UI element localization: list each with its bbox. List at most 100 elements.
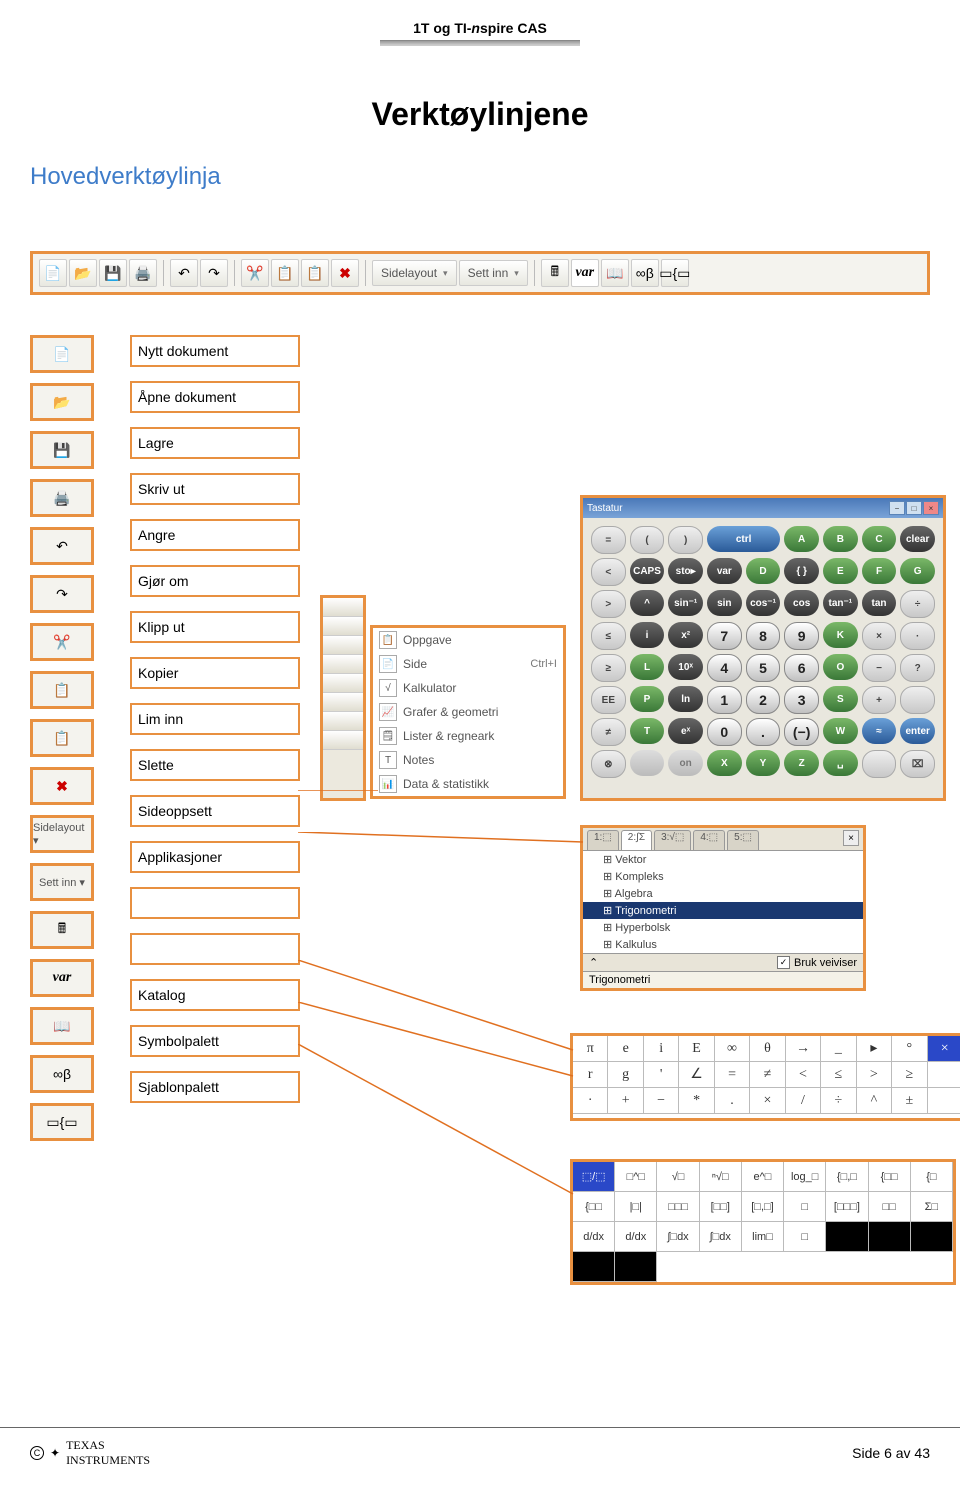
key-G[interactable]: G (900, 558, 935, 584)
key-sin⁻¹[interactable]: sin⁻¹ (668, 590, 703, 616)
calculator-icon-button[interactable]: 🖩 (541, 259, 569, 287)
symbol-0-3[interactable]: E (679, 1036, 714, 1062)
key-⌧[interactable]: ⌧ (900, 750, 935, 778)
template-0-3[interactable]: ⁿ√□ (700, 1162, 742, 1192)
symbol-2-9[interactable]: ± (892, 1088, 927, 1114)
close-button[interactable]: × (923, 501, 939, 515)
menu-item-6[interactable]: 📊Data & statistikk (373, 772, 563, 796)
key-5[interactable]: 5 (746, 654, 781, 682)
template-2-6[interactable] (911, 1222, 953, 1252)
symbol-0-0[interactable]: π (573, 1036, 608, 1062)
symbol-1-4[interactable]: = (715, 1062, 750, 1088)
symbol-1-8[interactable]: > (857, 1062, 892, 1088)
key-cos⁻¹[interactable]: cos⁻¹ (746, 590, 781, 616)
key-E[interactable]: E (823, 558, 858, 584)
key-2[interactable]: 2 (746, 686, 781, 714)
menu-item-3[interactable]: 📈Grafer & geometri (373, 700, 563, 724)
key-([interactable]: ( (630, 526, 665, 554)
menu-item-1[interactable]: 📄SideCtrl+I (373, 652, 563, 676)
symbol-0-7[interactable]: _ (821, 1036, 856, 1062)
template-1-4[interactable]: □ (784, 1192, 826, 1222)
symbol-1-6[interactable]: < (786, 1062, 821, 1088)
template-2-4[interactable] (826, 1222, 868, 1252)
print-button[interactable]: 🖨️ (129, 259, 157, 287)
menu-item-2[interactable]: √Kalkulator (373, 676, 563, 700)
key-sto▸[interactable]: sto▸ (668, 558, 703, 584)
catalog-tab-4[interactable]: 5:⬚ (727, 830, 759, 850)
key-T[interactable]: T (630, 718, 665, 744)
catalog-tab-2[interactable]: 3:√⬚ (654, 830, 691, 850)
template-1-9[interactable]: d/dx (615, 1222, 657, 1252)
key-7[interactable]: 7 (707, 622, 742, 650)
key-?[interactable]: ? (900, 654, 935, 682)
catalog-tab-3[interactable]: 4:⬚ (693, 830, 725, 850)
symbol-2-3[interactable]: * (679, 1088, 714, 1114)
maximize-button[interactable]: □ (906, 501, 922, 515)
key-x²[interactable]: x² (668, 622, 703, 648)
insert-dropdown[interactable]: Sett inn▾ (459, 260, 528, 286)
symbol-2-6[interactable]: / (786, 1088, 821, 1114)
symbol-2-1[interactable]: + (608, 1088, 643, 1114)
key-K[interactable]: K (823, 622, 858, 648)
catalog-tab-0[interactable]: 1:⬚ (587, 830, 619, 850)
key-X[interactable]: X (707, 750, 742, 776)
menu-item-5[interactable]: TNotes (373, 748, 563, 772)
symbol-1-10[interactable] (928, 1062, 960, 1088)
symbol-1-7[interactable]: ≤ (821, 1062, 856, 1088)
key-4[interactable]: 4 (707, 654, 742, 682)
template-2-8[interactable] (615, 1252, 657, 1282)
key-+[interactable]: + (862, 686, 897, 714)
key-)[interactable]: ) (668, 526, 703, 554)
template-1-3[interactable]: [□,□] (742, 1192, 784, 1222)
catalog-item-2[interactable]: ⊞ Algebra (583, 885, 863, 902)
key-enter[interactable]: enter (900, 718, 935, 744)
key-on[interactable]: on (668, 750, 703, 776)
key-6[interactable]: 6 (784, 654, 819, 682)
key-CAPS[interactable]: CAPS (630, 558, 665, 584)
key-×[interactable]: × (862, 622, 897, 650)
key-L[interactable]: L (630, 654, 665, 680)
menu-item-4[interactable]: 🗒Lister & regneark (373, 724, 563, 748)
template-2-0[interactable]: ∫□dx (657, 1222, 699, 1252)
template-0-4[interactable]: e^□ (742, 1162, 784, 1192)
key-␣[interactable]: ␣ (823, 750, 858, 776)
template-0-5[interactable]: log_□ (784, 1162, 826, 1192)
catalog-item-4[interactable]: ⊞ Hyperbolsk (583, 919, 863, 936)
symbol-2-7[interactable]: ÷ (821, 1088, 856, 1114)
symbol-0-6[interactable]: → (786, 1036, 821, 1062)
key-10ˣ[interactable]: 10ˣ (668, 654, 703, 680)
symbols-icon-button[interactable]: ∞β (631, 259, 659, 287)
symbol-2-4[interactable]: . (715, 1088, 750, 1114)
template-1-7[interactable]: Σ□ (911, 1192, 953, 1222)
key-EE[interactable]: EE (591, 686, 626, 714)
key-S[interactable]: S (823, 686, 858, 712)
template-2-5[interactable] (869, 1222, 911, 1252)
symbol-2-0[interactable]: · (573, 1088, 608, 1114)
key-W[interactable]: W (823, 718, 858, 744)
key-D[interactable]: D (746, 558, 781, 584)
key-i[interactable]: i (630, 622, 665, 648)
wizard-checkbox[interactable]: ✓ (777, 956, 790, 969)
key-Y[interactable]: Y (746, 750, 781, 776)
key-(−)[interactable]: (−) (784, 718, 819, 746)
catalog-item-3[interactable]: ⊞ Trigonometri (583, 902, 863, 919)
key-ln[interactable]: ln (668, 686, 703, 712)
key-eˣ[interactable]: eˣ (668, 718, 703, 744)
delete-button[interactable]: ✖ (331, 259, 359, 287)
open-doc-button[interactable]: 📂 (69, 259, 97, 287)
template-1-1[interactable]: □□□ (657, 1192, 699, 1222)
template-1-2[interactable]: [□□] (700, 1192, 742, 1222)
template-1-0[interactable]: |□| (615, 1192, 657, 1222)
template-1-5[interactable]: [□□□] (826, 1192, 868, 1222)
key-=[interactable]: = (591, 526, 626, 554)
redo-button[interactable]: ↷ (200, 259, 228, 287)
key-≤[interactable]: ≤ (591, 622, 626, 650)
paste-button[interactable]: 📋 (301, 259, 329, 287)
key-C[interactable]: C (862, 526, 897, 552)
key-clear[interactable]: clear (900, 526, 935, 552)
key-3[interactable]: 3 (784, 686, 819, 714)
key-{ }[interactable]: { } (784, 558, 819, 584)
symbol-1-3[interactable]: ∠ (679, 1062, 714, 1088)
symbol-0-5[interactable]: θ (750, 1036, 785, 1062)
template-0-1[interactable]: □^□ (615, 1162, 657, 1192)
